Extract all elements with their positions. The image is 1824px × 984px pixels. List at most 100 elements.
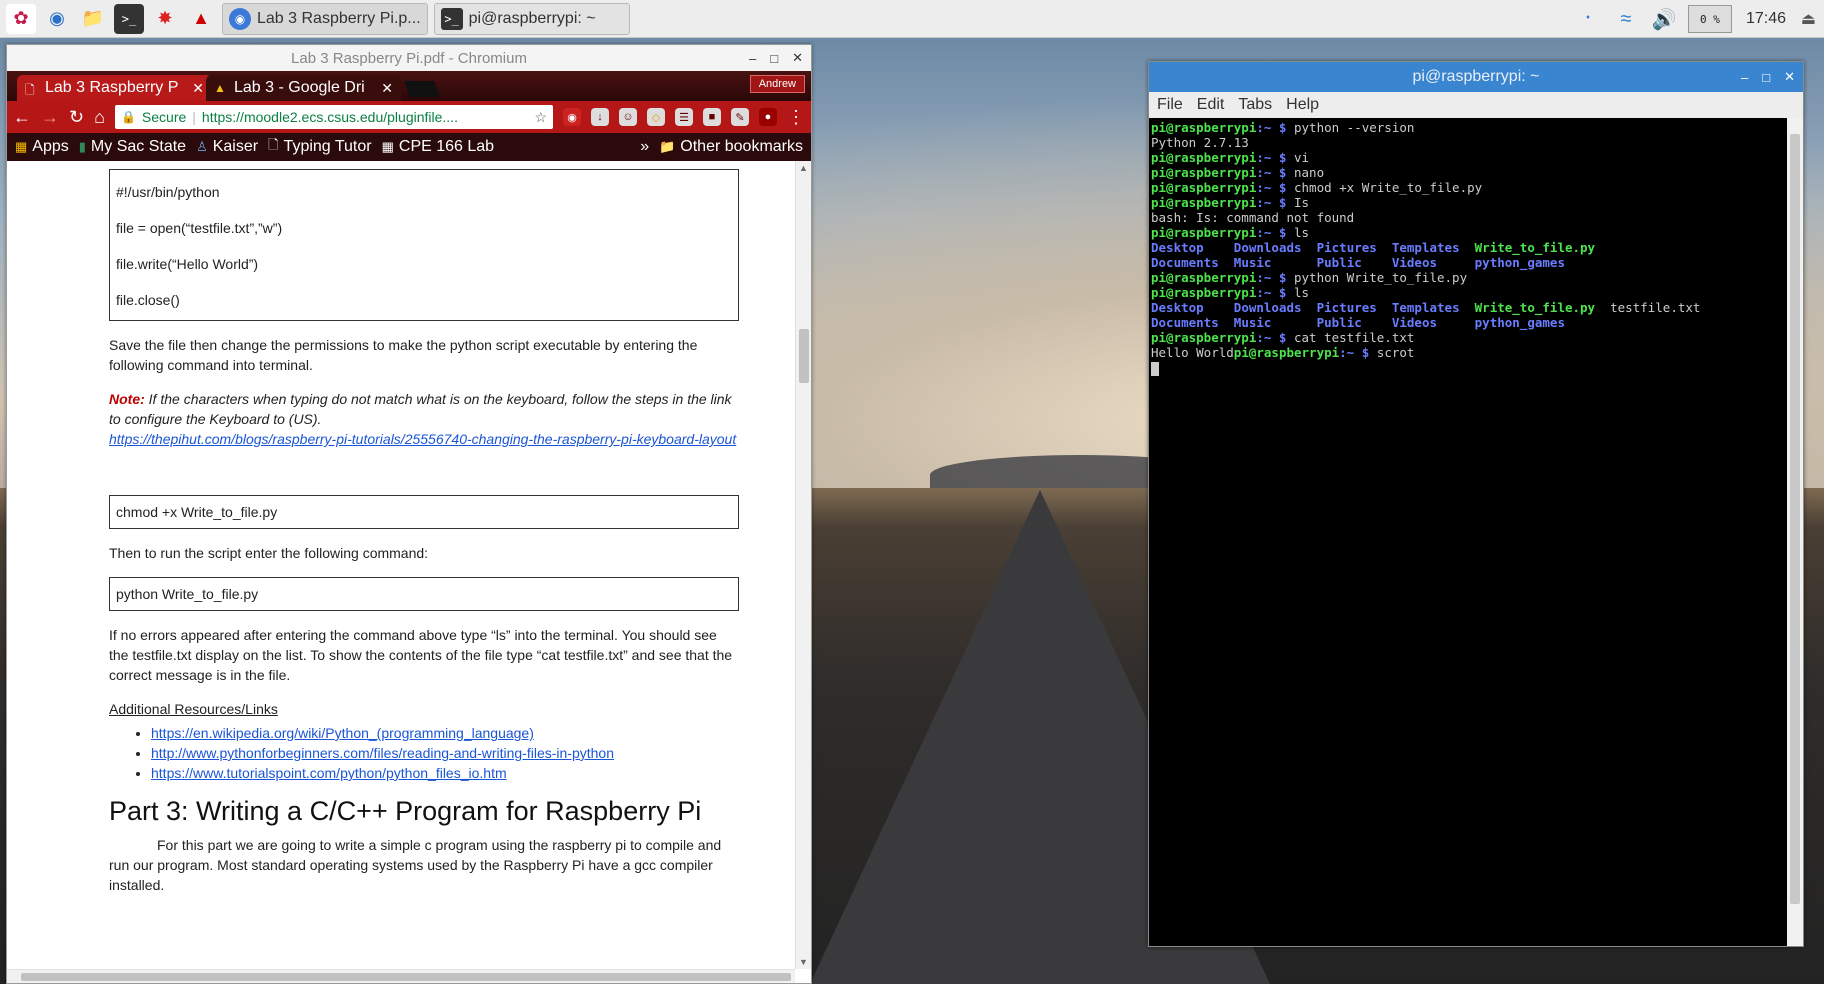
bookmark-label: CPE 166 Lab [398, 138, 495, 155]
resource-item: https://en.wikipedia.org/wiki/Python_(pr… [151, 723, 739, 743]
pdf-viewer[interactable]: #!/usr/bin/python file = open(“testfile.… [7, 161, 811, 983]
menu-tabs[interactable]: Tabs [1238, 96, 1272, 114]
vertical-scrollbar[interactable]: ▲ ▼ [795, 161, 811, 969]
maximize-icon[interactable]: □ [770, 51, 778, 66]
note-label: Note: [109, 391, 145, 407]
bluetooth-icon[interactable]: ᛫ [1574, 5, 1602, 33]
extension-diamond-icon[interactable]: ◇ [647, 108, 665, 126]
terminal-line: Documents Music Public Videos python_gam… [1151, 255, 1785, 270]
bookmark-typing-tutor[interactable]: 🗋 Typing Tutor [268, 136, 372, 158]
taskbar: ✿ ◉ 📁 >_ ✸ ▲ ◉ Lab 3 Raspberry Pi.p... >… [0, 0, 1824, 38]
terminal-line: pi@raspberrypi:~ $ cat testfile.txt [1151, 330, 1785, 345]
scrollbar-thumb[interactable] [21, 973, 791, 981]
window-titlebar[interactable]: Lab 3 Raspberry Pi.pdf - Chromium – □ ✕ [7, 45, 811, 71]
home-icon[interactable]: ⌂ [94, 107, 105, 128]
bookmark-star-icon[interactable]: ☆ [534, 109, 547, 126]
close-icon[interactable]: ✕ [1784, 69, 1795, 85]
output-text: Hello World [1151, 345, 1234, 360]
bookmarks-overflow[interactable]: » [640, 138, 649, 156]
extension-ghost-icon[interactable]: ☺ [619, 108, 637, 126]
command-text: chmod +x Write_to_file.py [1294, 180, 1483, 195]
page-icon: 🗋 [268, 137, 279, 152]
scrollbar-thumb[interactable] [1790, 134, 1800, 904]
eject-icon[interactable]: ⏏ [1801, 9, 1816, 29]
paragraph-save-file: Save the file then change the permission… [109, 337, 698, 373]
ls-entry: Videos [1391, 315, 1475, 330]
volume-icon[interactable]: 🔊 [1650, 5, 1678, 33]
extension-note-icon[interactable]: ✎ [731, 108, 749, 126]
prompt-path: :~ $ [1256, 270, 1294, 285]
scroll-up-icon[interactable]: ▲ [799, 163, 808, 173]
keyboard-layout-link[interactable]: https://thepihut.com/blogs/raspberry-pi-… [109, 431, 736, 447]
clock[interactable]: 17:46 [1746, 10, 1786, 28]
terminal-output[interactable]: pi@raspberrypi:~ $ python --version Pytho… [1149, 118, 1787, 946]
prompt-path: :~ $ [1256, 180, 1294, 195]
lock-icon: 🔒 [120, 110, 136, 124]
bookmark-apps[interactable]: ▦ Apps [15, 138, 69, 156]
terminal-titlebar[interactable]: pi@raspberrypi: ~ – □ ✕ [1149, 62, 1803, 92]
tab-lab3-pdf[interactable]: 🗋 Lab 3 Raspberry P ✕ [17, 75, 212, 101]
terminal-line: Python 2.7.13 [1151, 135, 1785, 150]
extension-ublock-icon[interactable]: ● [759, 108, 777, 126]
resource-link[interactable]: https://www.tutorialspoint.com/python/py… [151, 765, 507, 781]
raspberry-menu-icon[interactable]: ✿ [6, 3, 36, 34]
mathematica-icon[interactable]: ✸ [150, 4, 180, 34]
ls-entry: Documents [1151, 255, 1234, 270]
chromium-window: Lab 3 Raspberry Pi.pdf - Chromium – □ ✕ … [6, 44, 812, 984]
back-icon[interactable]: ← [13, 107, 31, 128]
extension-download-icon[interactable]: ↓ [591, 108, 609, 126]
tab-google-drive[interactable]: ▲ Lab 3 - Google Dri ✕ [206, 75, 401, 101]
menu-help[interactable]: Help [1286, 96, 1319, 114]
ls-entry: Public [1316, 255, 1392, 270]
extension-box-icon[interactable]: ■ [703, 108, 721, 126]
menu-icon[interactable]: ⋮ [787, 107, 805, 128]
scrollbar-thumb[interactable] [799, 329, 809, 383]
menu-file[interactable]: File [1157, 96, 1183, 114]
terminal-line [1151, 360, 1785, 376]
ls-entry: Downloads [1233, 240, 1317, 255]
ls-entry: Templates [1391, 240, 1475, 255]
cpu-monitor[interactable]: 0 % [1687, 5, 1732, 33]
reload-icon[interactable]: ↻ [69, 107, 84, 128]
terminal-line: Documents Music Public Videos python_gam… [1151, 315, 1785, 330]
resource-link[interactable]: http://www.pythonforbeginners.com/files/… [151, 745, 614, 761]
ls-entry: python_games [1474, 315, 1565, 330]
minimize-icon[interactable]: – [1741, 70, 1748, 85]
wifi-icon[interactable]: ≈ [1612, 5, 1640, 33]
terminal-line: pi@raspberrypi:~ $ chmod +x Write_to_fil… [1151, 180, 1785, 195]
prompt-path: :~ $ [1256, 330, 1294, 345]
maximize-icon[interactable]: □ [1762, 70, 1770, 85]
close-tab-icon[interactable]: ✕ [192, 80, 204, 97]
profile-button[interactable]: Andrew [749, 75, 805, 93]
terminal-cursor [1151, 361, 1159, 376]
minimize-icon[interactable]: – [749, 51, 756, 66]
horizontal-scrollbar[interactable] [7, 969, 795, 983]
terminal-line: pi@raspberrypi:~ $ python Write_to_file.… [1151, 270, 1785, 285]
extension-shield-icon[interactable]: ◉ [563, 108, 581, 126]
web-browser-icon[interactable]: ◉ [42, 4, 72, 34]
terminal-icon[interactable]: >_ [114, 3, 144, 34]
other-bookmarks[interactable]: 📁 Other bookmarks [659, 138, 803, 156]
bookmark-my-sac-state[interactable]: ▮ My Sac State [79, 138, 186, 156]
code-line: chmod +x Write_to_file.py [116, 504, 278, 520]
terminal-scrollbar[interactable] [1787, 118, 1803, 946]
taskbar-task-chromium[interactable]: ◉ Lab 3 Raspberry Pi.p... [222, 2, 428, 35]
scroll-down-icon[interactable]: ▼ [799, 957, 808, 967]
taskbar-task-terminal[interactable]: >_ pi@raspberrypi: ~ [433, 2, 630, 35]
forward-icon[interactable]: → [41, 107, 59, 128]
extension-stack-icon[interactable]: ☰ [675, 108, 693, 126]
ls-entry: Templates [1391, 300, 1475, 315]
ls-entry: Downloads [1233, 300, 1317, 315]
menu-edit[interactable]: Edit [1197, 96, 1225, 114]
file-manager-icon[interactable]: 📁 [78, 4, 108, 34]
resource-link[interactable]: https://en.wikipedia.org/wiki/Python_(pr… [151, 725, 534, 741]
prompt-path: :~ $ [1256, 150, 1294, 165]
close-icon[interactable]: ✕ [792, 50, 803, 66]
close-tab-icon[interactable]: ✕ [381, 80, 393, 97]
new-tab-button[interactable] [404, 81, 440, 97]
address-bar[interactable]: 🔒 Secure | https://moodle2.ecs.csus.edu/… [114, 105, 553, 129]
wolfram-icon[interactable]: ▲ [186, 4, 216, 34]
bookmark-kaiser[interactable]: ♙ Kaiser [196, 138, 258, 156]
bookmark-cpe166-lab[interactable]: ▦ CPE 166 Lab [382, 138, 494, 156]
terminal-line: pi@raspberrypi:~ $ Is [1151, 195, 1785, 210]
